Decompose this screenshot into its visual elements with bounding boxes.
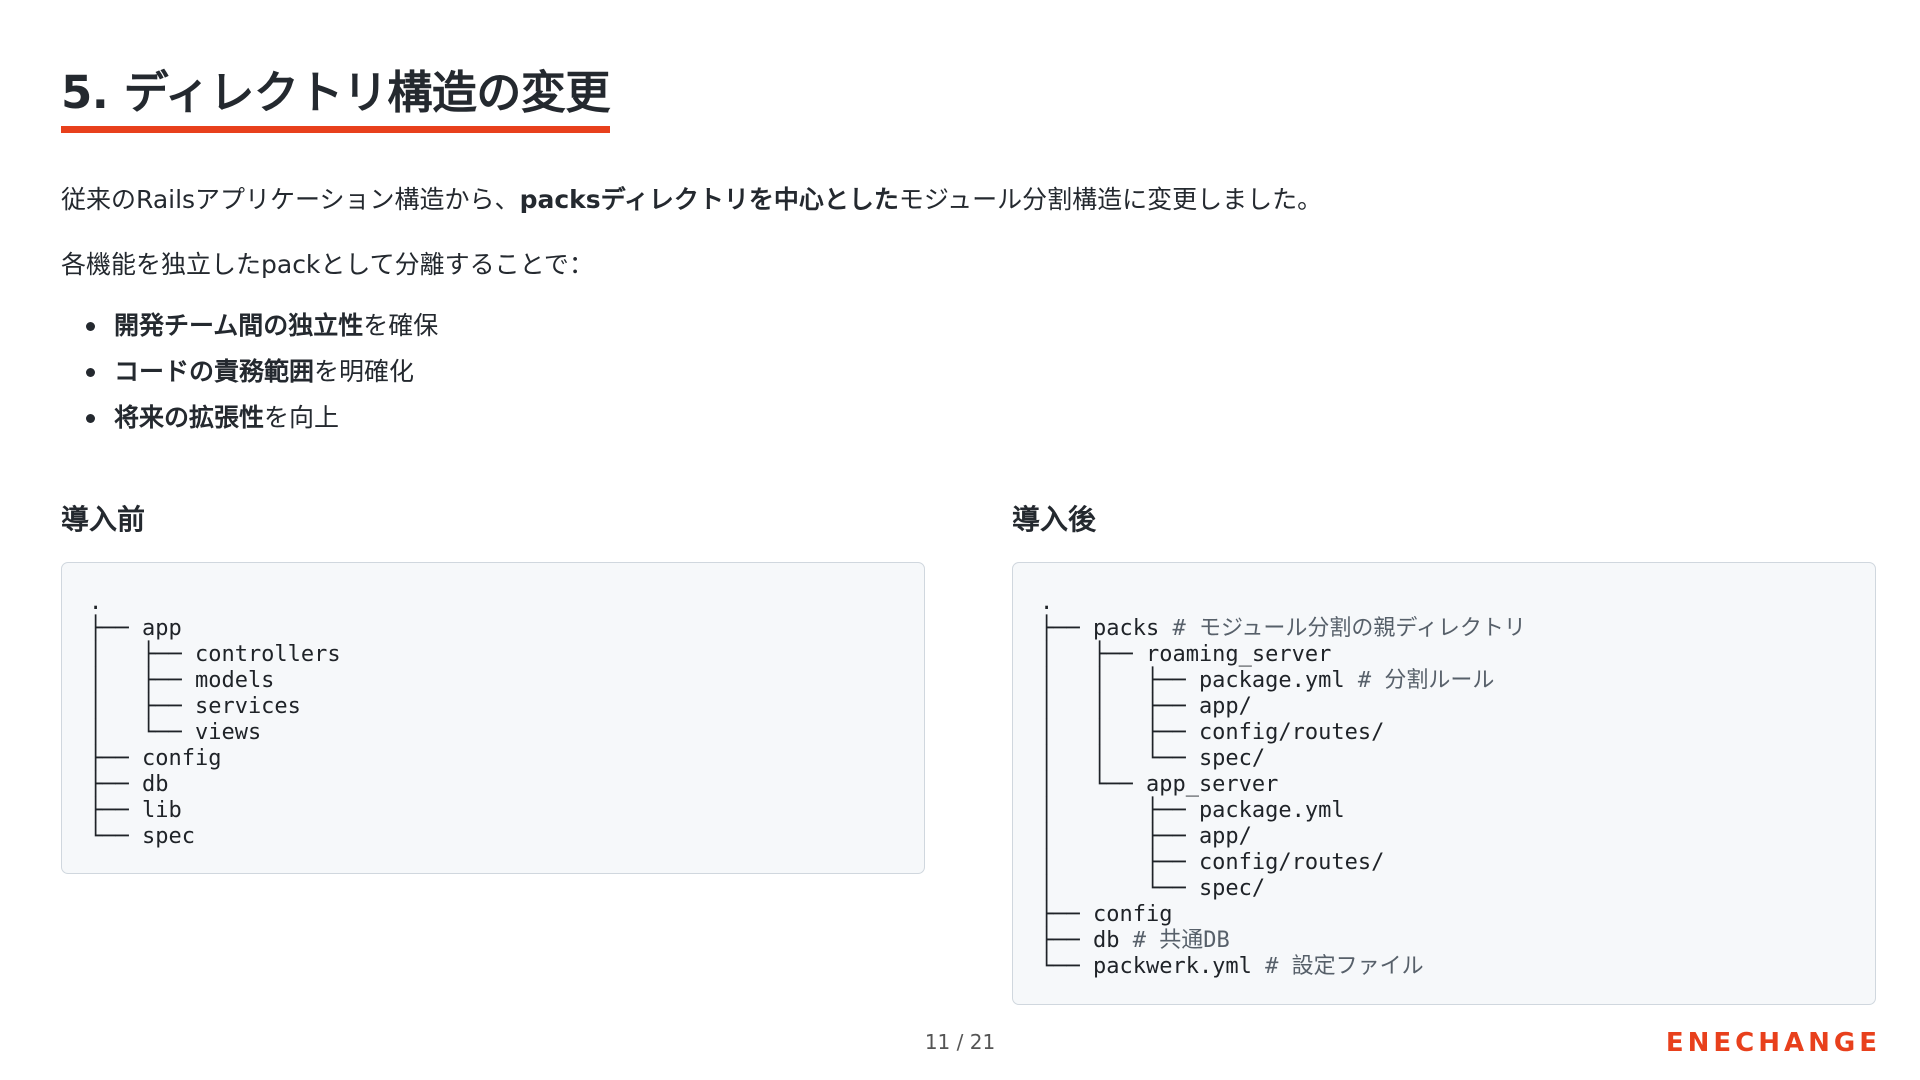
code-line: └── spec [89, 824, 924, 850]
code-text: . [89, 590, 103, 615]
enechange-logo: ENECHANGE [1665, 1028, 1881, 1058]
code-line: └── packwerk.yml # 設定ファイル [1040, 954, 1875, 980]
after-heading: 導入後 [1012, 503, 1097, 536]
code-line: . [89, 590, 924, 616]
code-text: └── packwerk.yml [1040, 954, 1266, 979]
code-text: │ ├── services [89, 694, 301, 719]
slide-title: 5. ディレクトリ構造の変更 [61, 66, 610, 133]
code-text: ├── app [89, 616, 182, 641]
code-text: │ └── spec/ [1040, 876, 1266, 901]
code-line: │ └── spec/ [1040, 876, 1875, 902]
code-line: ├── db # 共通DB [1040, 928, 1875, 954]
code-line: ├── config [89, 746, 924, 772]
after-tree: . ├── packs # モジュール分割の親ディレクトリ │ ├── roamin… [1013, 563, 1875, 980]
code-line: ├── db [89, 772, 924, 798]
code-text: ├── config [89, 746, 222, 771]
intro-suffix: モジュール分割構造に変更しました。 [898, 185, 1323, 214]
list-item: コードの責務範囲を明確化 [61, 354, 438, 400]
code-line: │ ├── models [89, 668, 924, 694]
code-text: │ └── app_server [1040, 772, 1279, 797]
code-text: │ │ └── spec/ [1040, 746, 1266, 771]
code-comment: # 設定ファイル [1265, 954, 1424, 979]
code-text: . [1040, 590, 1054, 615]
code-comment: # モジュール分割の親ディレクトリ [1172, 616, 1526, 641]
code-line: │ └── views [89, 720, 924, 746]
code-line: ├── app [89, 616, 924, 642]
code-text: │ │ ├── app/ [1040, 694, 1252, 719]
code-comment: # 共通DB [1132, 928, 1230, 953]
code-text: │ ├── package.yml [1040, 798, 1345, 823]
benefit-list: 開発チーム間の独立性を確保 コードの責務範囲を明確化 将来の拡張性を向上 [61, 308, 438, 446]
code-text: │ ├── app/ [1040, 824, 1252, 849]
code-text: │ ├── controllers [89, 642, 341, 667]
before-tree: . ├── app │ ├── controllers │ ├── models │ ├… [62, 563, 924, 850]
code-text: ├── lib [89, 798, 182, 823]
code-line: │ ├── app/ [1040, 824, 1875, 850]
list-item: 開発チーム間の独立性を確保 [61, 308, 438, 354]
code-text: └── spec [89, 824, 195, 849]
intro-paragraph: 従来のRailsアプリケーション構造から、packsディレクトリを中心としたモジ… [61, 180, 1322, 216]
code-text: │ └── views [89, 720, 262, 745]
intro-bold: packsディレクトリを中心とした [519, 185, 899, 214]
code-line: │ ├── config/routes/ [1040, 850, 1875, 876]
code-text: │ ├── config/routes/ [1040, 850, 1385, 875]
code-line: │ ├── roaming_server [1040, 642, 1875, 668]
page-number: 11 / 21 [924, 1030, 996, 1054]
code-text: ├── packs [1040, 616, 1173, 641]
code-text: │ ├── models [89, 668, 275, 693]
code-line: │ ├── controllers [89, 642, 924, 668]
code-line: │ │ ├── config/routes/ [1040, 720, 1875, 746]
before-code-block: . ├── app │ ├── controllers │ ├── models │ ├… [61, 562, 925, 874]
code-line: ├── lib [89, 798, 924, 824]
bullet-bold: 将来の拡張性 [114, 403, 265, 432]
list-item: 将来の拡張性を向上 [61, 400, 438, 446]
bullet-icon [86, 414, 95, 423]
slide: 5. ディレクトリ構造の変更 従来のRailsアプリケーション構造から、pack… [0, 0, 1920, 1080]
code-line: │ └── app_server [1040, 772, 1875, 798]
code-line: . [1040, 590, 1875, 616]
bullet-rest: を明確化 [314, 357, 415, 386]
code-line: ├── packs # モジュール分割の親ディレクトリ [1040, 616, 1875, 642]
code-text: │ │ ├── config/routes/ [1040, 720, 1385, 745]
code-line: │ │ ├── package.yml # 分割ルール [1040, 668, 1875, 694]
bullet-icon [86, 368, 95, 377]
code-text: ├── config [1040, 902, 1173, 927]
code-text: │ ├── roaming_server [1040, 642, 1332, 667]
bullet-bold: 開発チーム間の独立性 [114, 311, 364, 340]
code-line: ├── config [1040, 902, 1875, 928]
bullet-bold: コードの責務範囲 [114, 357, 315, 386]
bullet-rest: を確保 [363, 311, 439, 340]
intro-prefix: 従来のRailsアプリケーション構造から、 [61, 185, 520, 214]
code-text: ├── db [89, 772, 169, 797]
bullet-icon [86, 322, 95, 331]
after-code-block: . ├── packs # モジュール分割の親ディレクトリ │ ├── roamin… [1012, 562, 1876, 1005]
code-text: │ │ ├── package.yml [1040, 668, 1358, 693]
code-comment: # 分割ルール [1357, 668, 1495, 693]
before-heading: 導入前 [61, 503, 146, 536]
code-line: │ │ ├── app/ [1040, 694, 1875, 720]
code-line: │ │ └── spec/ [1040, 746, 1875, 772]
code-text: ├── db [1040, 928, 1133, 953]
lead-paragraph: 各機能を独立したpackとして分離することで： [61, 250, 594, 279]
code-line: │ ├── package.yml [1040, 798, 1875, 824]
bullet-rest: を向上 [264, 403, 340, 432]
code-line: │ ├── services [89, 694, 924, 720]
